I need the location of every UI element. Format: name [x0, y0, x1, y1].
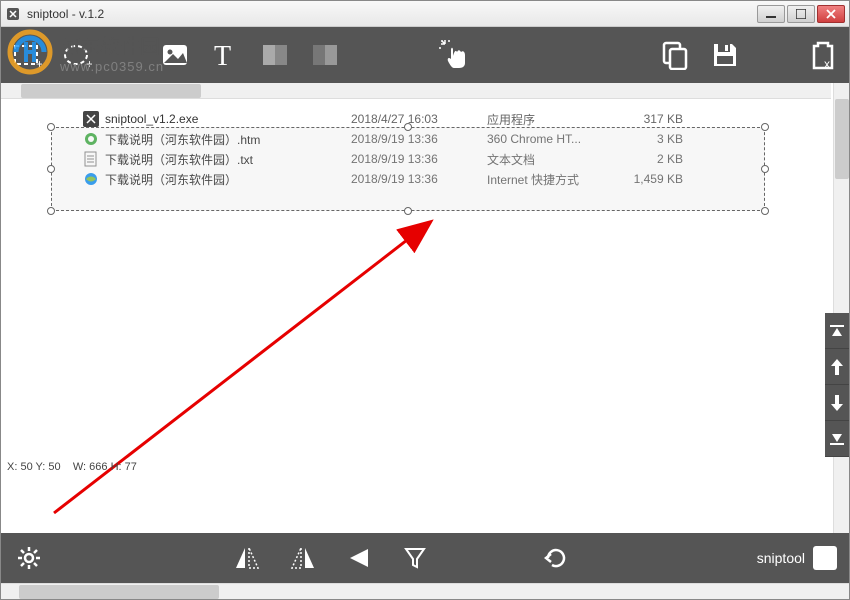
window-frame: sniptool - v.1.2 + + T [0, 0, 850, 600]
undo-icon[interactable] [539, 542, 571, 574]
brand-square-icon [813, 546, 837, 570]
file-size: 317 KB [613, 112, 683, 126]
workspace: sniptool_v1.2.exe 2018/4/27 16:03 应用程序 3… [1, 83, 849, 533]
close-button[interactable] [817, 5, 845, 23]
window-title: sniptool - v.1.2 [27, 7, 757, 21]
brand: sniptool [757, 546, 837, 570]
svg-text:x: x [824, 57, 830, 70]
status-coordinates: X: 50 Y: 50 W: 666 H: 77 [7, 461, 137, 473]
resize-handle-nw[interactable] [47, 123, 55, 131]
maximize-button[interactable] [787, 5, 815, 23]
file-date: 2018/4/27 16:03 [351, 112, 481, 126]
watermark-title: 河东软件园 [60, 30, 164, 59]
pointer-tool-icon[interactable] [437, 39, 469, 71]
watermark: 河东软件园 www.pc0359.cn [6, 28, 164, 76]
clipboard-close-icon[interactable]: x [807, 39, 839, 71]
vertical-scrollbar[interactable] [833, 83, 849, 533]
blur-tool-1-icon[interactable] [259, 39, 291, 71]
watermark-url: www.pc0359.cn [60, 59, 164, 74]
resize-handle-s[interactable] [404, 207, 412, 215]
move-down-icon[interactable] [825, 385, 849, 421]
bottom-toolbar: sniptool [1, 533, 849, 583]
minimize-button[interactable] [757, 5, 785, 23]
resize-handle-e[interactable] [761, 165, 769, 173]
selection-rectangle[interactable] [51, 127, 765, 211]
resize-handle-w[interactable] [47, 165, 55, 173]
arrow-annotation [49, 213, 469, 523]
svg-text:T: T [214, 41, 231, 70]
text-tool-icon[interactable]: T [209, 39, 241, 71]
funnel-filter-icon[interactable] [399, 542, 431, 574]
dims-text: W: 666 H: 77 [73, 461, 137, 473]
app-icon [5, 6, 21, 22]
canvas[interactable]: sniptool_v1.2.exe 2018/4/27 16:03 应用程序 3… [19, 103, 829, 533]
scroll-top-icon[interactable] [825, 313, 849, 349]
watermark-logo-icon [6, 28, 54, 76]
flip-vertical-icon[interactable] [287, 542, 319, 574]
file-row: sniptool_v1.2.exe 2018/4/27 16:03 应用程序 3… [83, 109, 759, 129]
brand-text: sniptool [757, 550, 805, 566]
copy-tool-icon[interactable] [659, 39, 691, 71]
resize-handle-sw[interactable] [47, 207, 55, 215]
scroll-bottom-icon[interactable] [825, 421, 849, 457]
window-controls [757, 5, 845, 23]
perspective-icon[interactable] [343, 542, 375, 574]
file-type: 应用程序 [487, 111, 607, 128]
coords-text: X: 50 Y: 50 [7, 461, 61, 473]
exe-icon [83, 111, 99, 127]
settings-gear-icon[interactable] [13, 542, 45, 574]
resize-handle-se[interactable] [761, 207, 769, 215]
horizontal-scrollbar-bottom[interactable] [1, 583, 849, 599]
resize-handle-n[interactable] [404, 123, 412, 131]
save-tool-icon[interactable] [709, 39, 741, 71]
resize-handle-ne[interactable] [761, 123, 769, 131]
flip-horizontal-icon[interactable] [231, 542, 263, 574]
horizontal-scrollbar-top[interactable] [1, 83, 831, 99]
blur-tool-2-icon[interactable] [309, 39, 341, 71]
move-up-icon[interactable] [825, 349, 849, 385]
titlebar: sniptool - v.1.2 [1, 1, 849, 27]
side-toolbar [825, 313, 849, 457]
file-name: sniptool_v1.2.exe [105, 112, 345, 126]
